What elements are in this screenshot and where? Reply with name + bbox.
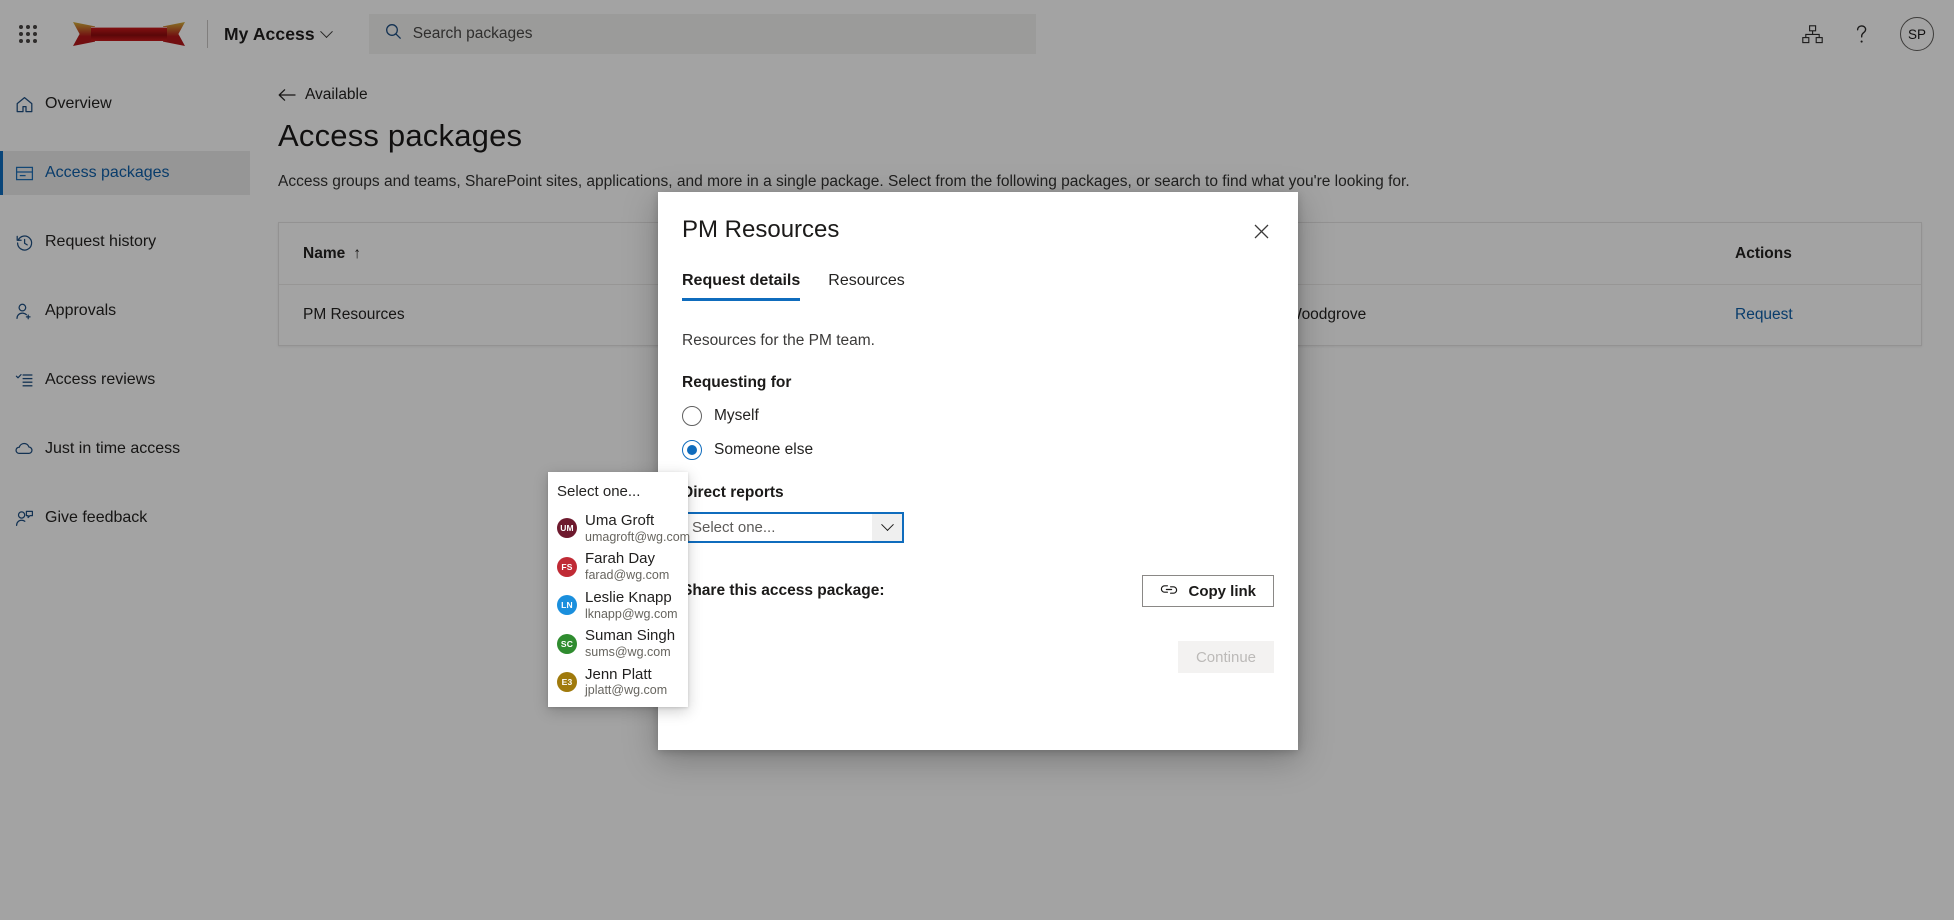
radio-myself-label: Myself — [714, 407, 759, 425]
direct-reports-label: Direct reports — [682, 484, 1274, 502]
dropdown-option-placeholder[interactable]: Select one... — [548, 478, 688, 509]
radio-myself[interactable]: Myself — [682, 406, 1274, 426]
chevron-down-icon[interactable] — [872, 514, 902, 541]
person-avatar: SC — [557, 634, 577, 654]
continue-button[interactable]: Continue — [1178, 641, 1274, 673]
person-avatar: LN — [557, 595, 577, 615]
dropdown-option[interactable]: FS Farah Dayfarad@wg.com — [548, 547, 688, 585]
request-access-dialog: PM Resources Request details Resources R… — [658, 192, 1298, 750]
dialog-footer: Continue — [682, 641, 1274, 673]
radio-someone-else-circle — [682, 440, 702, 460]
direct-reports-select-wrapper: Select one... — [682, 512, 904, 543]
dropdown-option[interactable]: LN Leslie Knapplknapp@wg.com — [548, 586, 688, 624]
link-icon — [1160, 583, 1178, 600]
share-section: Share this access package: Copy link — [682, 575, 1274, 607]
person-email: farad@wg.com — [585, 568, 669, 583]
person-name: Suman Singh — [585, 627, 675, 645]
person-name: Jenn Platt — [585, 666, 667, 684]
dropdown-options: UM Uma Groftumagroft@wg.com FS Farah Dayfar… — [548, 509, 688, 701]
dropdown-option[interactable]: UM Uma Groftumagroft@wg.com — [548, 509, 688, 547]
copy-link-button[interactable]: Copy link — [1142, 575, 1274, 607]
dialog-title: PM Resources — [682, 216, 839, 244]
dropdown-option[interactable]: E3 Jenn Plattjplatt@wg.com — [548, 663, 688, 701]
person-name: Leslie Knapp — [585, 589, 678, 607]
app-root: My Access Search packages — [0, 0, 1954, 920]
dialog-tabs: Request details Resources — [658, 246, 1298, 301]
dropdown-option[interactable]: SC Suman Singhsums@wg.com — [548, 624, 688, 662]
person-email: umagroft@wg.com — [585, 530, 690, 545]
close-icon[interactable] — [1246, 216, 1276, 246]
radio-someone-else[interactable]: Someone else — [682, 440, 1274, 460]
direct-reports-dropdown-list: Select one... UM Uma Groftumagroft@wg.com… — [548, 472, 688, 707]
copy-link-label: Copy link — [1188, 583, 1256, 600]
package-description: Resources for the PM team. — [682, 332, 1274, 350]
person-avatar: E3 — [557, 672, 577, 692]
person-email: lknapp@wg.com — [585, 607, 678, 622]
person-name: Farah Day — [585, 550, 669, 568]
share-label: Share this access package: — [682, 582, 884, 600]
requesting-for-label: Requesting for — [682, 374, 1274, 392]
select-value: Select one... — [684, 519, 872, 536]
dialog-body: Resources for the PM team. Requesting fo… — [658, 332, 1298, 673]
person-email: jplatt@wg.com — [585, 683, 667, 698]
radio-someone-else-label: Someone else — [714, 441, 813, 459]
person-avatar: FS — [557, 557, 577, 577]
tab-request-details[interactable]: Request details — [682, 272, 800, 301]
radio-myself-circle — [682, 406, 702, 426]
person-email: sums@wg.com — [585, 645, 675, 660]
direct-reports-select[interactable]: Select one... — [682, 512, 904, 543]
dialog-header: PM Resources — [658, 192, 1298, 246]
person-avatar: UM — [557, 518, 577, 538]
tab-resources[interactable]: Resources — [828, 272, 904, 301]
person-name: Uma Groft — [585, 512, 690, 530]
